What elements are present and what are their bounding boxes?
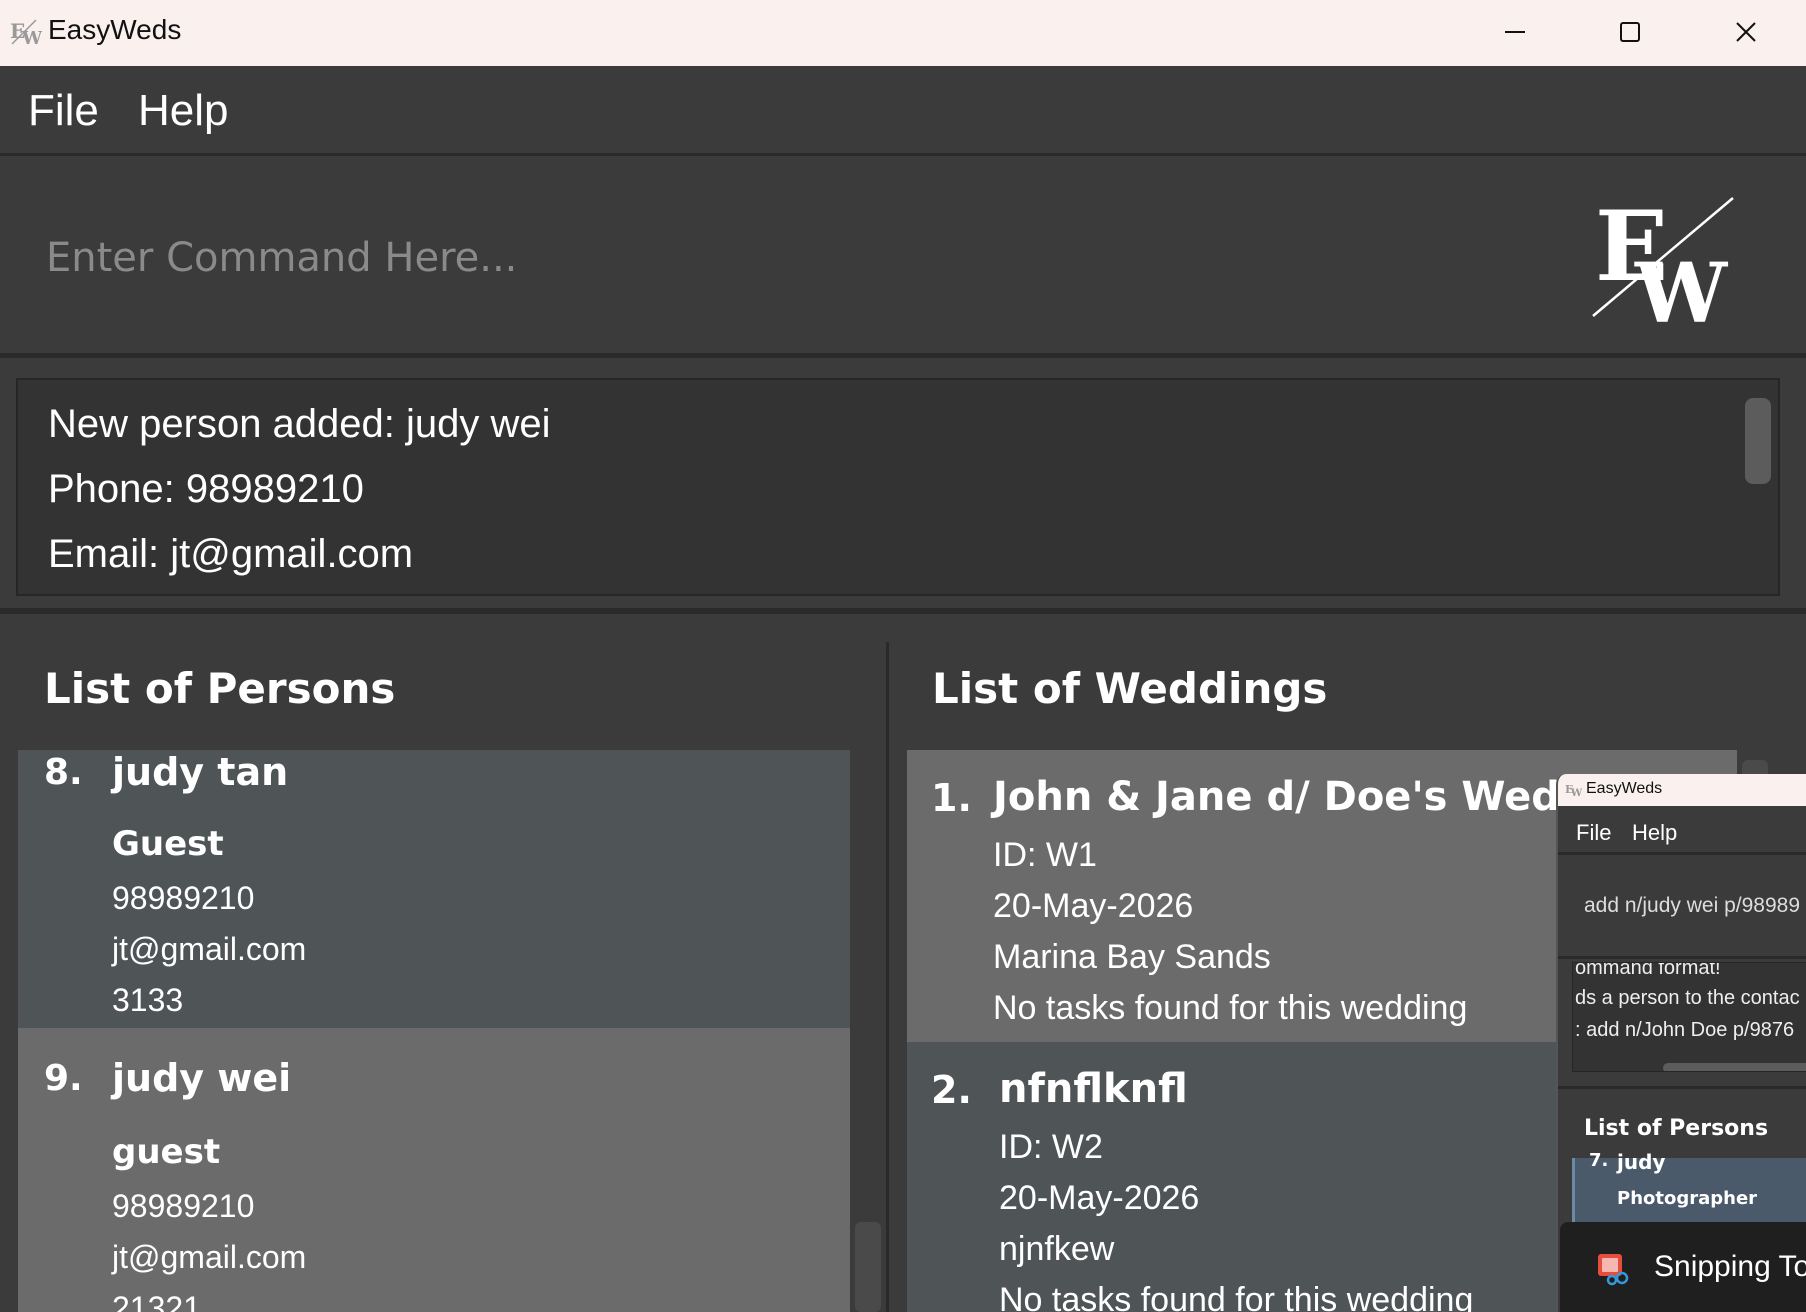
- mini-person-card[interactable]: 7. judy Photographer: [1572, 1150, 1806, 1228]
- title-bar: E W EasyWeds: [0, 0, 1806, 66]
- wedding-id: ID: W2: [999, 1128, 1103, 1166]
- result-line: New person added: judy wei: [48, 402, 551, 446]
- command-input[interactable]: [30, 208, 1530, 308]
- svg-text:W: W: [1634, 246, 1729, 330]
- easyweds-logo: E W: [1592, 190, 1734, 330]
- person-email: jt@gmail.com: [112, 1239, 307, 1275]
- minimize-icon: [1505, 31, 1525, 33]
- mini-divider: [1558, 1086, 1806, 1089]
- wedding-date: 20-May-2026: [999, 1179, 1200, 1217]
- mini-command-text[interactable]: add n/judy wei p/98989: [1584, 894, 1800, 918]
- toast-text: Snipping To: [1654, 1250, 1806, 1283]
- mini-person-name: judy: [1617, 1150, 1666, 1174]
- result-line: Email: jt@gmail.com: [48, 532, 414, 576]
- close-button[interactable]: [1716, 10, 1776, 54]
- wedding-venue: njnfkew: [999, 1230, 1115, 1268]
- result-display: New person added: judy wei Phone: 989892…: [16, 378, 1780, 596]
- weddings-panel-title: List of Weddings: [932, 664, 1328, 713]
- mini-result-line: ommand format!: [1575, 962, 1721, 979]
- panel-divider: [886, 642, 889, 1312]
- svg-text:W: W: [21, 28, 42, 46]
- mini-result-line: ds a person to the contac: [1575, 987, 1800, 1009]
- wedding-tasks: No tasks found for this wedding: [993, 989, 1468, 1027]
- person-index: 8.: [44, 752, 83, 793]
- result-scrollbar[interactable]: [1745, 398, 1771, 484]
- mini-window-title: EasyWeds: [1586, 780, 1663, 797]
- svg-text:W: W: [1570, 788, 1582, 797]
- result-line: Phone: 98989210: [48, 467, 364, 511]
- person-phone: 98989210: [112, 1188, 255, 1224]
- person-card[interactable]: 8. judy tan Guest 98989210 jt@gmail.com …: [18, 750, 850, 1028]
- person-list-scrollbar[interactable]: [855, 1222, 881, 1312]
- menu-bar: File Help: [0, 66, 1806, 156]
- wedding-tasks: No tasks found for this wedding: [999, 1281, 1474, 1312]
- close-icon: [1736, 22, 1756, 42]
- app-logo-icon: E W: [10, 19, 42, 46]
- maximize-button[interactable]: [1600, 10, 1660, 54]
- mini-result-line: : add n/John Doe p/9876: [1575, 1019, 1795, 1041]
- menu-file[interactable]: File: [28, 86, 99, 136]
- person-role: Guest: [112, 824, 224, 864]
- menu-help[interactable]: Help: [138, 86, 229, 136]
- snipping-tool-icon: [1598, 1254, 1629, 1286]
- app-logo-icon: E W: [1565, 783, 1582, 797]
- person-email: jt@gmail.com: [112, 931, 307, 967]
- mini-divider: [1558, 956, 1806, 959]
- person-phone: 98989210: [112, 880, 255, 916]
- section-divider: [0, 608, 1806, 614]
- person-extra: 21321: [112, 1290, 201, 1312]
- person-card[interactable]: 9. judy wei guest 98989210 jt@gmail.com …: [18, 1028, 850, 1312]
- window-title: EasyWeds: [48, 14, 182, 45]
- person-list: 8. judy tan Guest 98989210 jt@gmail.com …: [18, 750, 850, 1312]
- persons-panel-title: List of Persons: [44, 664, 396, 713]
- maximize-icon: [1620, 22, 1640, 42]
- person-name: judy wei: [112, 1056, 292, 1100]
- command-area: [0, 158, 1806, 358]
- person-index: 9.: [44, 1058, 83, 1099]
- wedding-date: 20-May-2026: [993, 887, 1194, 925]
- wedding-index: 2.: [931, 1068, 972, 1112]
- person-role: guest: [112, 1132, 221, 1172]
- wedding-id: ID: W1: [993, 836, 1097, 874]
- mini-result-scrollbar[interactable]: [1663, 1063, 1806, 1071]
- snipping-tool-toast[interactable]: Snipping To: [1560, 1222, 1806, 1312]
- mini-title-bar: E W EasyWeds: [1558, 774, 1806, 806]
- mini-persons-title: List of Persons: [1584, 1116, 1769, 1141]
- mini-result-display: ommand format! ds a person to the contac…: [1572, 962, 1806, 1072]
- wedding-name: nfnflknfl: [999, 1066, 1188, 1112]
- mini-divider: [1558, 852, 1806, 855]
- wedding-index: 1.: [931, 776, 972, 820]
- minimize-button[interactable]: [1485, 10, 1545, 54]
- mini-menu-help[interactable]: Help: [1632, 820, 1677, 846]
- mini-person-index: 7.: [1589, 1150, 1609, 1171]
- mini-menu-file[interactable]: File: [1576, 820, 1611, 846]
- person-extra: 3133: [112, 982, 184, 1018]
- mini-person-role: Photographer: [1617, 1188, 1758, 1209]
- person-name: judy tan: [112, 750, 289, 794]
- wedding-venue: Marina Bay Sands: [993, 938, 1271, 976]
